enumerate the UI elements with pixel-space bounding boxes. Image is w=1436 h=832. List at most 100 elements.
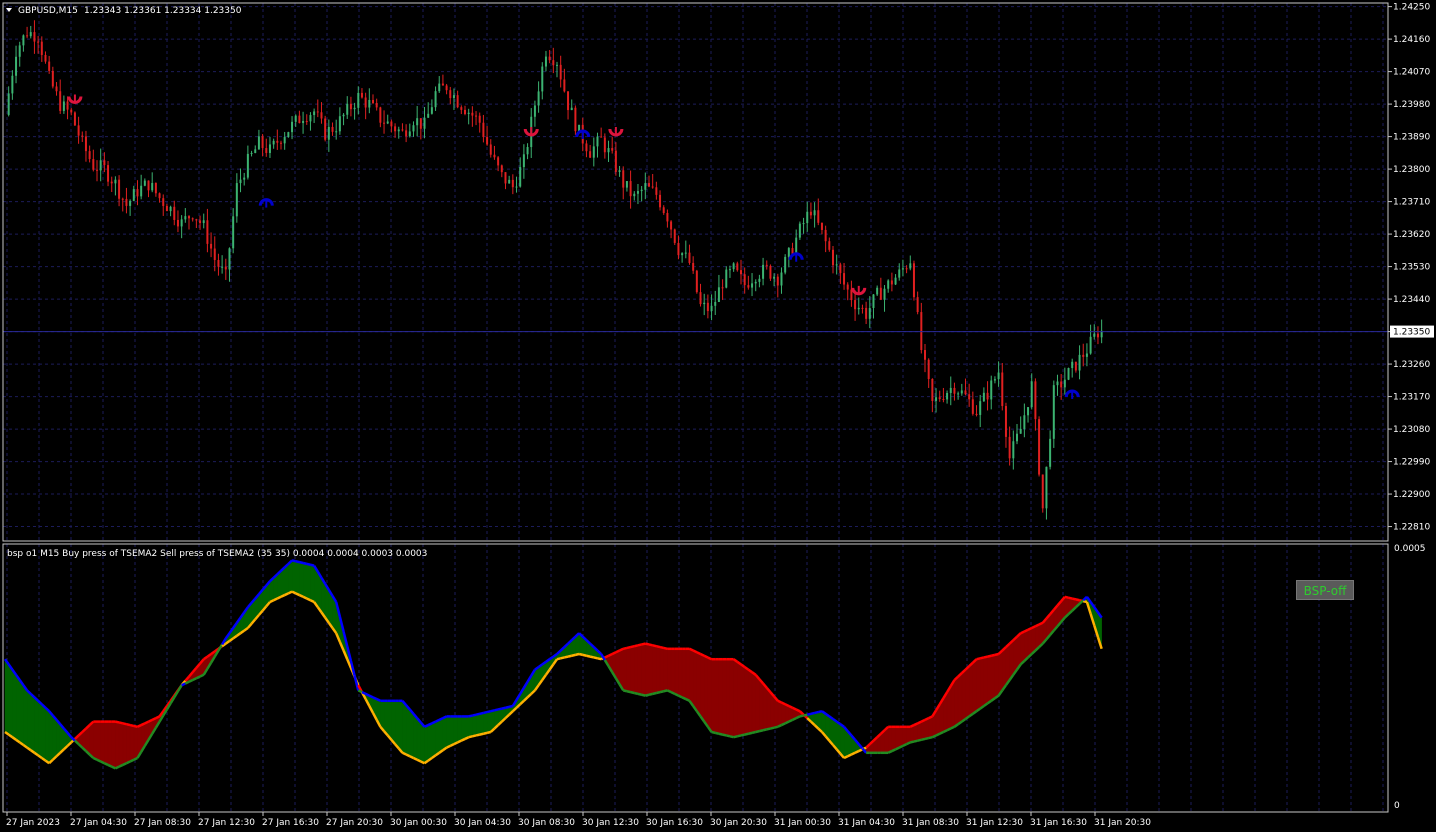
candle-body	[449, 90, 452, 99]
time-tick-label: 31 Jan 20:30	[1094, 818, 1151, 828]
pressure-fill	[766, 687, 771, 730]
candle-body	[1060, 381, 1063, 388]
candle-body	[55, 86, 58, 92]
candle-body	[688, 252, 691, 263]
candle-body	[997, 372, 1000, 380]
candle-body	[828, 241, 831, 250]
pressure-fill	[917, 721, 922, 741]
buy-press-line	[483, 731, 488, 735]
buy-press-line	[611, 651, 617, 656]
price-tick-label: 1.23620	[1393, 230, 1430, 240]
buy-press-line	[560, 656, 565, 660]
candle-body	[154, 182, 157, 194]
candle-body	[776, 276, 779, 286]
buy-press-line	[1071, 597, 1077, 601]
candle-body	[633, 193, 636, 197]
pressure-fill	[689, 648, 694, 707]
candle-body	[1004, 406, 1007, 437]
candle-body	[964, 390, 967, 395]
sell-press-line	[773, 725, 779, 729]
buy-press-line	[464, 736, 470, 741]
sell-press-line	[505, 705, 510, 709]
candle-body	[1027, 407, 1030, 416]
bsp-toggle-button[interactable]: BSP-off	[1296, 580, 1354, 600]
candle-body	[710, 305, 713, 312]
candle-body	[769, 265, 772, 279]
candle-body	[548, 56, 551, 61]
candle-body	[968, 394, 971, 400]
pressure-fill	[387, 700, 392, 741]
candle-body	[438, 83, 441, 92]
candle-body	[250, 152, 253, 154]
pressure-fill	[12, 668, 17, 741]
pressure-fill	[306, 563, 311, 601]
buy-press-line	[273, 597, 278, 602]
buy-press-line	[446, 744, 451, 749]
sell-press-line	[468, 714, 473, 718]
candle-body	[854, 300, 857, 310]
candle-body	[876, 287, 879, 295]
candle-body	[62, 101, 65, 111]
candle-body	[188, 216, 190, 219]
pressure-fill	[784, 703, 790, 724]
candle-body	[1093, 333, 1096, 337]
candle-body	[979, 401, 982, 415]
price-tick-label: 1.22900	[1393, 490, 1430, 500]
pressure-fill	[104, 721, 109, 766]
sell-press-line	[663, 689, 668, 693]
pressure-fill	[284, 563, 289, 596]
candle-body	[596, 136, 599, 147]
pressure-fill	[295, 560, 300, 596]
sell-press-line	[299, 560, 304, 565]
candle-body	[372, 99, 374, 104]
pressure-fill	[302, 562, 308, 599]
sell-press-line	[659, 690, 665, 694]
candle-body	[931, 378, 934, 401]
sell-press-line	[817, 709, 823, 714]
pressure-fill	[457, 716, 462, 743]
candle-body	[48, 61, 51, 71]
sell-press-line	[766, 727, 771, 731]
sell-press-line	[357, 689, 363, 694]
sell-press-line	[913, 739, 918, 743]
pressure-fill	[45, 707, 50, 764]
buy-press-line	[468, 735, 473, 739]
candle-body	[717, 287, 720, 302]
buy-press-line	[126, 722, 131, 727]
candle-body	[1074, 361, 1077, 371]
candle-body	[695, 270, 698, 293]
candle-body	[533, 105, 536, 117]
pressure-fill	[634, 645, 639, 695]
candle-body	[1012, 441, 1015, 459]
candle-body	[975, 413, 978, 415]
candle-body	[147, 180, 150, 191]
buy-press-line	[648, 643, 653, 647]
candle-body	[173, 206, 176, 220]
sell-press-line	[656, 690, 661, 695]
buy-press-line	[309, 599, 315, 604]
sell-press-line	[795, 715, 801, 720]
ohlc-label: 1.23343 1.23361 1.23334 1.23350	[84, 6, 242, 16]
buy-press-line	[586, 654, 591, 658]
pressure-fill	[957, 672, 963, 725]
buy-press-line	[784, 703, 790, 708]
candle-body	[736, 263, 739, 271]
candle-body	[1030, 381, 1033, 408]
buy-press-line	[633, 644, 639, 648]
time-tick-label: 30 Jan 08:30	[518, 818, 575, 828]
candle-body	[22, 35, 25, 46]
candle-body	[1038, 419, 1041, 475]
candle-body	[1041, 474, 1044, 509]
pressure-fill	[398, 700, 403, 754]
candle-body	[235, 183, 238, 217]
candle-body	[1049, 438, 1052, 467]
sell-press-line	[181, 682, 186, 687]
pressure-fill	[438, 717, 444, 754]
candle-body	[916, 297, 919, 313]
candle-body	[158, 193, 161, 199]
pressure-fill	[111, 721, 116, 769]
sell-press-line	[129, 758, 135, 763]
buy-press-line	[976, 657, 981, 661]
candle-body	[276, 140, 279, 143]
candle-body	[982, 392, 985, 402]
